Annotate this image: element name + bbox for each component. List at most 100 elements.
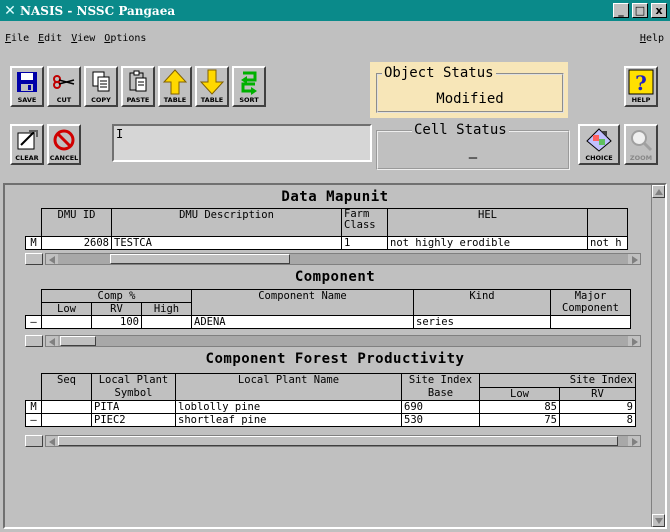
col-local-plant-symbol[interactable]: Local Plant Symbol [91, 373, 176, 401]
forest-productivity-table: Seq Local Plant Symbol Local Plant Name … [25, 373, 636, 427]
paste-button[interactable]: PASTE [121, 66, 155, 107]
menu-edit[interactable]: Edit [33, 33, 66, 51]
choice-button[interactable]: CHOICE [578, 124, 620, 165]
col-hel[interactable]: HEL [387, 208, 588, 237]
save-button[interactable]: SAVE [10, 66, 44, 107]
kind-cell[interactable]: series [413, 315, 551, 329]
cancel-button[interactable]: CANCEL [47, 124, 81, 165]
table-row[interactable]: M 2608 TESTCA 1 not highly erodible not … [25, 236, 628, 250]
row-selector-corner[interactable] [25, 253, 43, 265]
si-rv-cell[interactable]: 9 [559, 400, 636, 414]
dmu-id-cell[interactable]: 2608 [41, 236, 112, 250]
table-row[interactable]: – PIEC2 shortleaf pine 530 75 8 [25, 413, 636, 427]
sort-button[interactable]: SORT [232, 66, 266, 107]
main-vertical-scrollbar[interactable] [651, 185, 665, 527]
col-comp-rv[interactable]: RV [91, 302, 142, 316]
row-marker[interactable]: M [25, 400, 42, 414]
table-row[interactable]: – 100 ADENA series [25, 315, 631, 329]
dmu-description-cell[interactable]: TESTCA [111, 236, 342, 250]
scroll-right-button[interactable] [628, 254, 640, 264]
col-component-name[interactable]: Component Name [191, 289, 414, 316]
seq-cell[interactable] [41, 400, 92, 414]
hel-cell[interactable]: not highly erodible [387, 236, 588, 250]
si-low-cell[interactable]: 75 [479, 413, 560, 427]
menu-help[interactable]: Help [635, 33, 670, 51]
scroll-down-button[interactable] [652, 514, 665, 527]
object-status-label: Object Status [382, 65, 496, 81]
si-base-cell[interactable]: 530 [401, 413, 480, 427]
menu-view[interactable]: View [66, 33, 99, 51]
col-site-index[interactable]: Site Index [479, 373, 636, 388]
col-comp-low[interactable]: Low [41, 302, 92, 316]
cell-editor-input[interactable]: I [112, 124, 372, 162]
col-kind[interactable]: Kind [413, 289, 551, 316]
menu-file[interactable]: File [0, 33, 33, 51]
comp-rv-cell[interactable]: 100 [91, 315, 142, 329]
extra-cell[interactable]: not h [587, 236, 628, 250]
comp-high-cell[interactable] [141, 315, 192, 329]
data-mapunit-table: DMU ID DMU Description Farm Class HEL M … [25, 208, 628, 250]
arrow-up-icon [163, 68, 187, 96]
col-comp-high[interactable]: High [141, 302, 192, 316]
close-button[interactable]: x [651, 3, 667, 18]
menu-bar: File Edit View Options Help [0, 33, 670, 51]
maximize-button[interactable]: □ [632, 3, 648, 18]
scroll-right-button[interactable] [628, 336, 640, 346]
component-name-cell[interactable]: ADENA [191, 315, 414, 329]
cell-status-label: Cell Status [412, 122, 509, 138]
component-hscroll[interactable] [45, 335, 641, 347]
scroll-thumb[interactable] [60, 336, 96, 346]
row-selector-corner[interactable] [25, 435, 43, 447]
table-down-button[interactable]: TABLE [195, 66, 229, 107]
col-site-index-rv[interactable]: RV [559, 386, 636, 401]
comp-low-cell[interactable] [41, 315, 92, 329]
copy-button[interactable]: COPY [84, 66, 118, 107]
plant-symbol-cell[interactable]: PIEC2 [91, 413, 176, 427]
scroll-thumb[interactable] [110, 254, 290, 264]
col-seq[interactable]: Seq [41, 373, 92, 401]
plant-symbol-cell[interactable]: PITA [91, 400, 176, 414]
col-site-index-base[interactable]: Site Index Base [401, 373, 480, 401]
scroll-left-button[interactable] [46, 436, 58, 446]
title-bar[interactable]: ✕ NASIS - NSSC Pangaea _ □ x [0, 0, 670, 21]
col-comp-pct[interactable]: Comp % [41, 289, 192, 303]
table-row[interactable]: M PITA loblolly pine 690 85 9 [25, 400, 636, 414]
app-window: ✕ NASIS - NSSC Pangaea _ □ x File Edit V… [0, 0, 670, 532]
row-marker[interactable]: M [25, 236, 42, 250]
plant-name-cell[interactable]: loblolly pine [175, 400, 402, 414]
scroll-thumb[interactable] [58, 436, 618, 446]
col-dmu-description[interactable]: DMU Description [111, 208, 342, 237]
scissors-icon [52, 68, 76, 96]
row-marker[interactable]: – [25, 413, 42, 427]
si-rv-cell[interactable]: 8 [559, 413, 636, 427]
col-farm-class[interactable]: Farm Class [341, 208, 388, 237]
minimize-button[interactable]: _ [613, 3, 629, 18]
col-dmu-id[interactable]: DMU ID [41, 208, 112, 237]
data-mapunit-hscroll[interactable] [45, 253, 641, 265]
help-button[interactable]: ? HELP [624, 66, 658, 107]
row-selector-corner[interactable] [25, 335, 43, 347]
table-up-button[interactable]: TABLE [158, 66, 192, 107]
farm-class-cell[interactable]: 1 [341, 236, 388, 250]
row-marker[interactable]: – [25, 315, 42, 329]
si-low-cell[interactable]: 85 [479, 400, 560, 414]
col-extra[interactable] [587, 208, 628, 237]
seq-cell[interactable] [41, 413, 92, 427]
scroll-left-button[interactable] [46, 254, 58, 264]
component-table: Comp % Component Name Kind Major Compone… [25, 289, 631, 329]
col-local-plant-name[interactable]: Local Plant Name [175, 373, 402, 401]
major-component-cell[interactable] [550, 315, 631, 329]
cut-button[interactable]: CUT [47, 66, 81, 107]
col-site-index-low[interactable]: Low [479, 386, 560, 401]
forest-hscroll[interactable] [45, 435, 641, 447]
col-major-component[interactable]: Major Component [550, 289, 631, 316]
scroll-left-button[interactable] [46, 336, 58, 346]
si-base-cell[interactable]: 690 [401, 400, 480, 414]
menu-options[interactable]: Options [99, 33, 150, 51]
clear-button[interactable]: CLEAR [10, 124, 44, 165]
scroll-right-button[interactable] [628, 436, 640, 446]
scroll-up-button[interactable] [652, 185, 665, 198]
zoom-button[interactable]: ZOOM [624, 124, 658, 165]
cell-status-value: – [468, 150, 478, 166]
plant-name-cell[interactable]: shortleaf pine [175, 413, 402, 427]
